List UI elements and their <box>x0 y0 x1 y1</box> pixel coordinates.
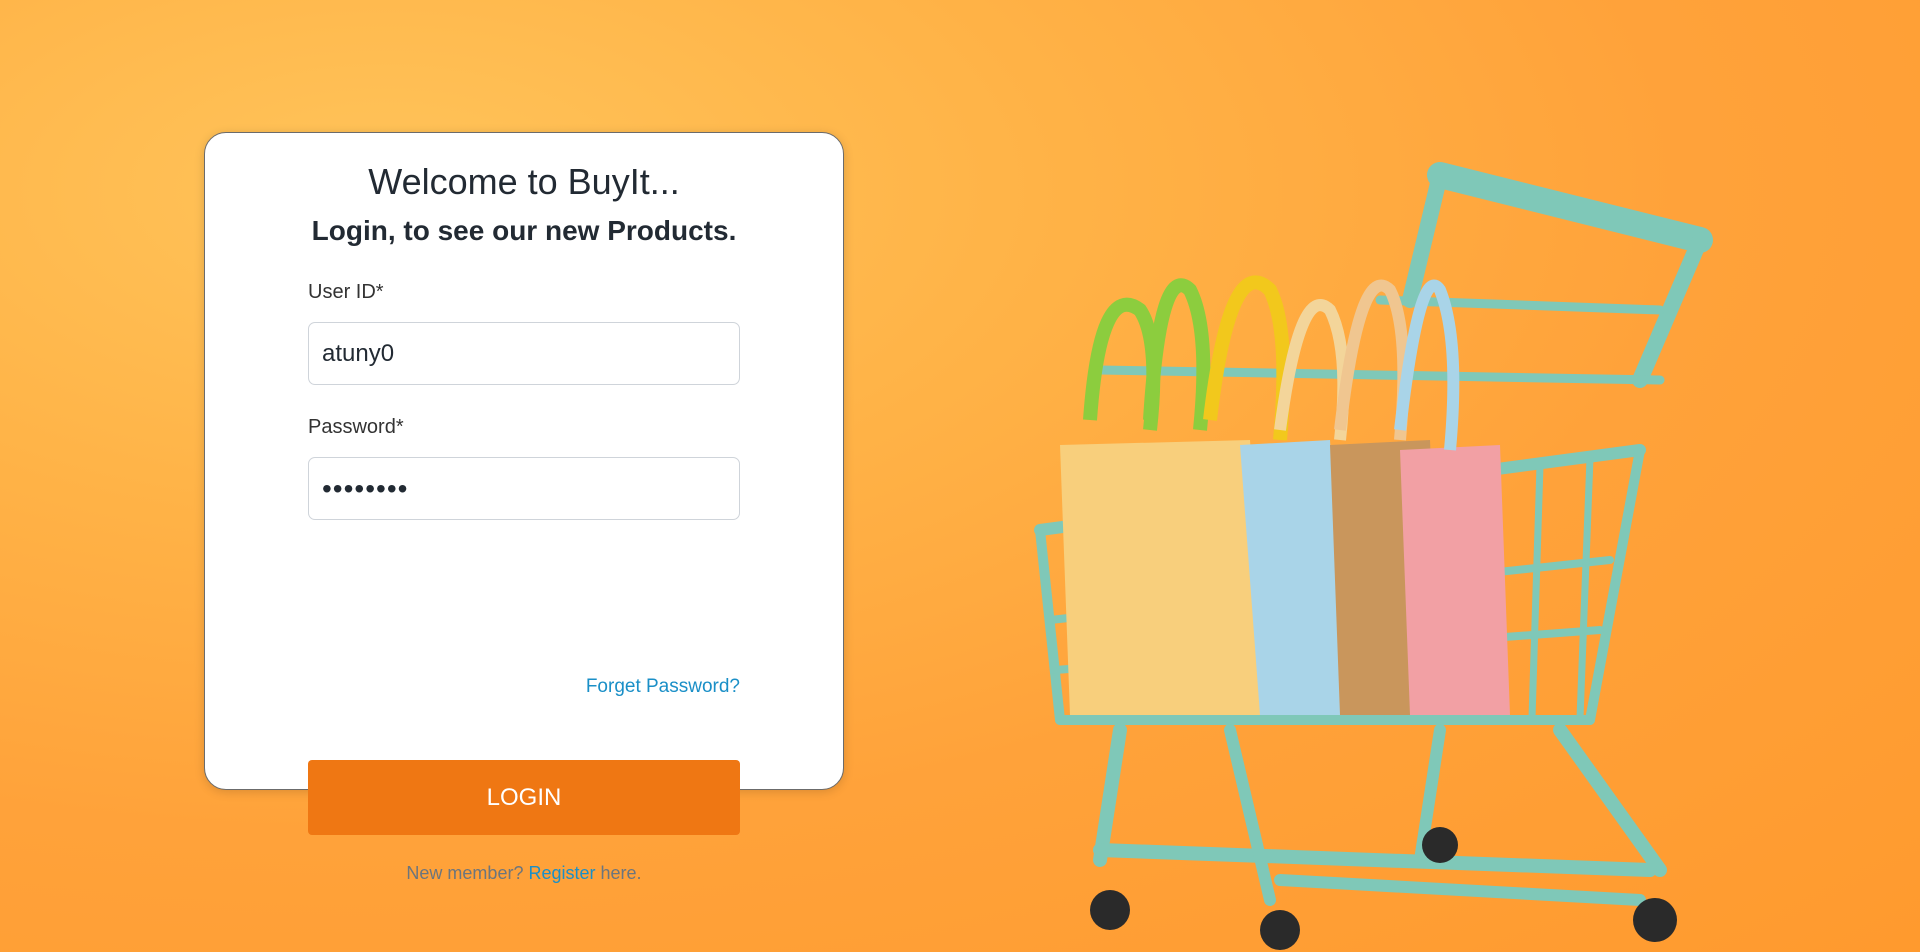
password-field: Password* <box>308 416 740 520</box>
register-prompt: New member? Register here. <box>308 863 740 884</box>
login-card: Welcome to BuyIt... Login, to see our ne… <box>204 132 844 883</box>
user-id-field: User ID* <box>308 281 740 385</box>
register-prefix: New member? <box>406 863 524 883</box>
login-button[interactable]: LOGIN <box>308 760 740 835</box>
password-input[interactable] <box>308 457 740 520</box>
register-link[interactable]: Register <box>528 863 595 883</box>
register-suffix: here. <box>600 863 642 883</box>
user-id-input[interactable] <box>308 322 740 385</box>
password-label: Password* <box>308 416 404 438</box>
forgot-password-link[interactable]: Forget Password? <box>586 676 740 698</box>
user-id-label: User ID* <box>308 281 384 303</box>
welcome-title: Welcome to BuyIt... <box>368 161 680 202</box>
login-subtitle: Login, to see our new Products. <box>311 215 737 246</box>
login-page: Welcome to BuyIt... Login, to see our ne… <box>0 0 1920 952</box>
